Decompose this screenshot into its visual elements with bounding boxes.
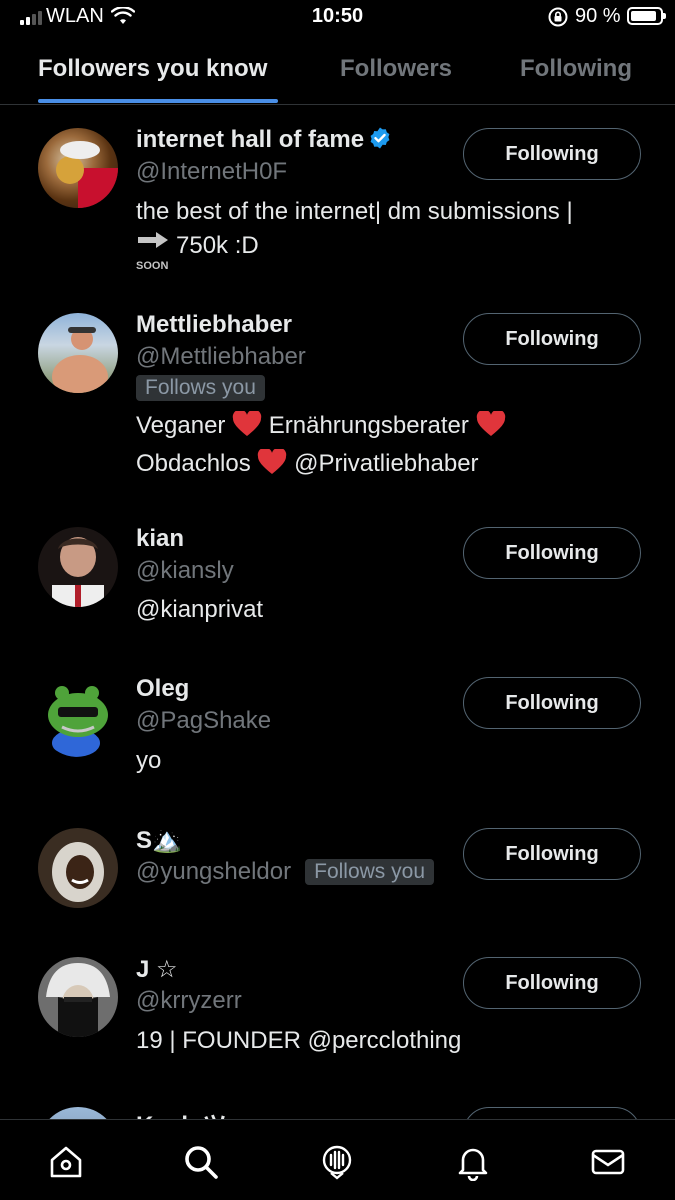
avatar[interactable] (38, 527, 118, 607)
following-button[interactable]: Following (463, 128, 641, 180)
avatar[interactable] (38, 957, 118, 1037)
bio-line-2: SOON 750k :D (136, 229, 573, 272)
orientation-lock-icon (548, 7, 568, 27)
bio-line: the best of the internet| dm submissions… (136, 198, 573, 225)
avatar-image (52, 842, 104, 902)
handle: @PagShake (136, 707, 272, 734)
following-button[interactable]: Following (463, 828, 641, 880)
following-button[interactable]: Following (463, 957, 641, 1009)
avatar-image (52, 327, 108, 393)
bio-line: yo (136, 747, 162, 774)
handle-line: @InternetH0F (136, 158, 287, 186)
avatar-image (56, 141, 118, 208)
follows-you-badge: Follows you (136, 375, 265, 401)
heart-icon (232, 409, 262, 447)
display-name[interactable]: Mettliebhaber (136, 311, 292, 339)
display-name-text: internet hall of fame (136, 126, 365, 153)
bio-line: @kianprivat (136, 596, 264, 623)
heart-icon (257, 447, 287, 485)
bio: yo (136, 744, 161, 778)
verified-badge-icon (370, 127, 390, 149)
notifications-icon[interactable] (453, 1142, 493, 1182)
following-button[interactable]: Following (463, 313, 641, 365)
display-name[interactable]: S🏔️ (136, 826, 182, 855)
search-icon[interactable] (181, 1142, 221, 1182)
bio-line: Veganer Ernährungsberater (136, 409, 506, 447)
bio: Veganer Ernährungsberater Obdachlos @Pri… (136, 409, 506, 485)
display-name[interactable]: internet hall of fame (136, 126, 392, 154)
bio: @kianprivat (136, 593, 263, 627)
avatar[interactable] (38, 128, 118, 208)
soon-arrow-icon: SOON (136, 231, 170, 272)
clock: 10:50 (311, 5, 364, 27)
display-name[interactable]: kian (136, 525, 184, 553)
status-bar: WLAN 10:50 90 % (0, 0, 675, 34)
home-icon[interactable] (46, 1142, 86, 1182)
following-button[interactable]: Following (463, 677, 641, 729)
bio-line: 19 | FOUNDER @percclothing (136, 1027, 462, 1054)
battery-icon (627, 7, 666, 25)
tab-followers-you-know[interactable]: Followers you know (38, 55, 267, 83)
avatar-image (46, 963, 110, 1037)
handle-line: @Mettliebhaber (136, 343, 306, 371)
soon-label: SOON (136, 260, 169, 272)
handle-line: @krryzerr (136, 987, 242, 1015)
follows-you-badge: Follows you (305, 859, 435, 885)
display-name[interactable]: J ☆ (136, 955, 178, 984)
active-tab-indicator (38, 99, 278, 103)
messages-icon[interactable] (588, 1142, 628, 1182)
handle: @krryzerr (136, 987, 242, 1014)
handle: @Mettliebhaber (136, 343, 306, 370)
following-button[interactable]: Following (463, 527, 641, 579)
avatar-image (48, 686, 108, 757)
bio: 19 | FOUNDER @percclothing (136, 1024, 461, 1058)
avatar-image (52, 537, 104, 607)
spaces-icon[interactable] (317, 1142, 357, 1182)
heart-icon (476, 409, 506, 447)
avatar[interactable] (38, 828, 118, 908)
bio-text: 750k :D (176, 232, 259, 259)
handle-line: @kiansly (136, 557, 234, 585)
avatar[interactable] (38, 677, 118, 757)
tab-followers[interactable]: Followers (340, 55, 452, 83)
display-name[interactable]: Oleg (136, 675, 189, 703)
follow-tabs: Followers you know Followers Following (0, 34, 675, 105)
handle-line: @PagShake (136, 707, 271, 735)
bio-line: Obdachlos @Privatliebhaber (136, 447, 506, 485)
bio: the best of the internet| dm submissions… (136, 195, 573, 272)
handle: @InternetH0F (136, 158, 288, 185)
tab-following[interactable]: Following (520, 55, 632, 83)
handle: @kiansly (136, 557, 234, 584)
handle-line: @yungsheldor Follows you (136, 858, 435, 886)
handle: @yungsheldor (136, 858, 292, 885)
avatar[interactable] (38, 313, 118, 393)
bottom-nav (0, 1119, 675, 1200)
battery-percentage: 90 % (575, 5, 621, 27)
